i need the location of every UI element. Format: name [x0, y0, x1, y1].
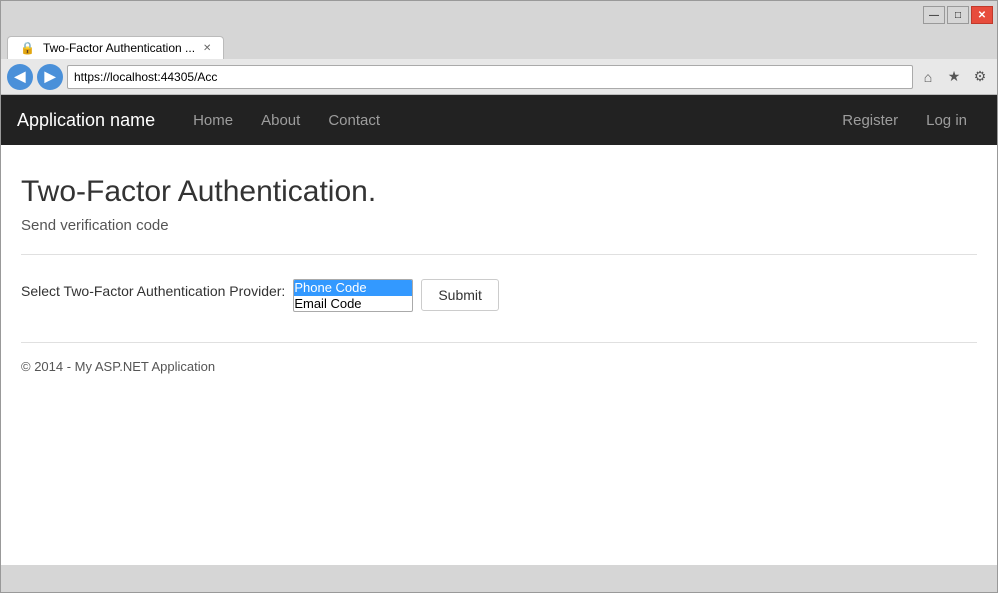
- tab-bar: 🔒 Two-Factor Authentication ... ✕: [1, 29, 997, 59]
- nav-register[interactable]: Register: [828, 95, 912, 145]
- page-subtitle: Send verification code: [21, 217, 977, 234]
- back-button[interactable]: ◀: [7, 64, 33, 90]
- page-title: Two-Factor Authentication.: [21, 175, 977, 209]
- title-divider: [21, 254, 977, 255]
- option-phone[interactable]: Phone Code: [294, 280, 412, 296]
- nav-login[interactable]: Log in: [912, 95, 981, 145]
- home-icon[interactable]: ⌂: [917, 66, 939, 88]
- tab-title: Two-Factor Authentication ...: [43, 41, 195, 55]
- title-bar: — □ ✕: [1, 1, 997, 29]
- browser-window: — □ ✕ 🔒 Two-Factor Authentication ... ✕ …: [0, 0, 998, 593]
- provider-select[interactable]: Phone Code Email Code: [293, 279, 413, 312]
- url-input[interactable]: [67, 65, 913, 89]
- provider-form-group: Select Two-Factor Authentication Provide…: [21, 279, 977, 312]
- settings-icon[interactable]: ⚙: [969, 66, 991, 88]
- forward-button[interactable]: ▶: [37, 64, 63, 90]
- tab-favicon: 🔒: [20, 41, 35, 55]
- page-content: Two-Factor Authentication. Send verifica…: [1, 145, 997, 565]
- tab-close-button[interactable]: ✕: [203, 43, 211, 54]
- nav-contact[interactable]: Contact: [314, 95, 394, 145]
- footer-divider: [21, 342, 977, 343]
- provider-label: Select Two-Factor Authentication Provide…: [21, 279, 285, 299]
- navbar-nav: Home About Contact: [179, 95, 828, 145]
- nav-about[interactable]: About: [247, 95, 314, 145]
- address-bar: ◀ ▶ ⌂ ★ ⚙: [1, 59, 997, 95]
- minimize-button[interactable]: —: [923, 6, 945, 24]
- navbar: Application name Home About Contact Regi…: [1, 95, 997, 145]
- nav-home[interactable]: Home: [179, 95, 247, 145]
- active-tab[interactable]: 🔒 Two-Factor Authentication ... ✕: [7, 36, 224, 59]
- submit-button[interactable]: Submit: [421, 279, 499, 311]
- maximize-button[interactable]: □: [947, 6, 969, 24]
- favorites-icon[interactable]: ★: [943, 66, 965, 88]
- window-controls: — □ ✕: [923, 6, 993, 24]
- option-email[interactable]: Email Code: [294, 296, 412, 312]
- footer-text: © 2014 - My ASP.NET Application: [21, 359, 977, 374]
- close-button[interactable]: ✕: [971, 6, 993, 24]
- navbar-right: Register Log in: [828, 95, 981, 145]
- navbar-brand[interactable]: Application name: [17, 110, 171, 131]
